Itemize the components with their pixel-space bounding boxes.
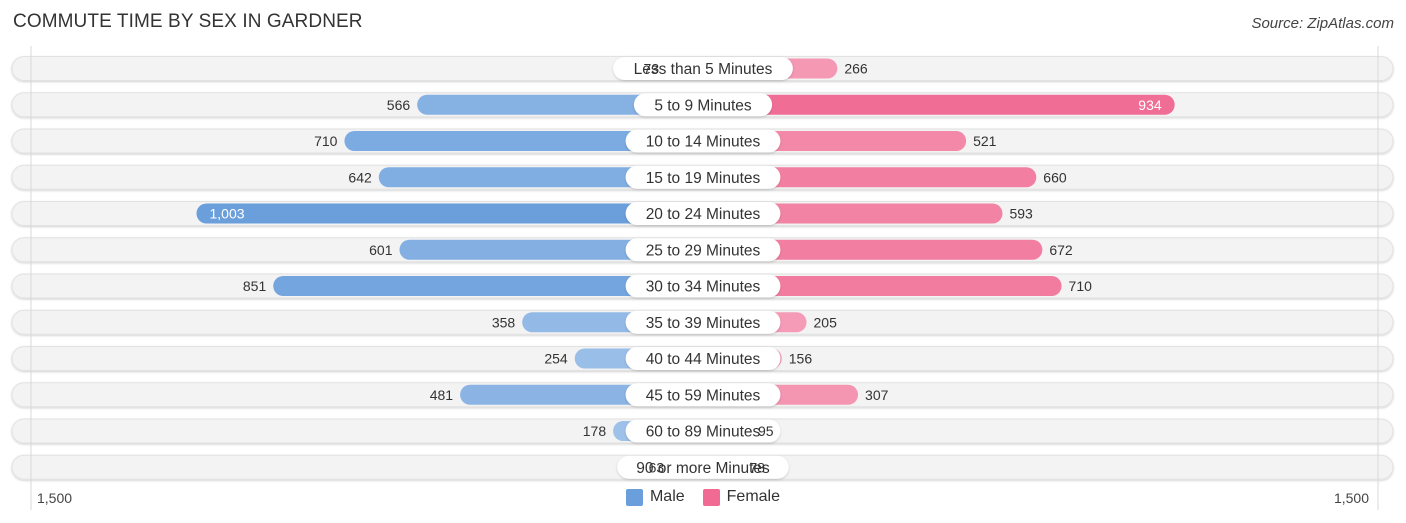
value-label-female: 266 [844,61,868,77]
value-label-female: 710 [1069,278,1093,294]
legend-label-male: Male [649,488,685,505]
legend-item-male[interactable]: Male [625,488,685,506]
legend-swatch-female [702,488,720,506]
category-label: 35 to 39 Minutes [646,315,761,332]
category-label: 25 to 29 Minutes [646,242,761,259]
value-label-male: 851 [243,278,267,294]
category-label: 10 to 14 Minutes [646,134,761,151]
value-label-male: 481 [430,387,454,403]
value-label-female: 593 [1009,206,1033,222]
category-label: 60 to 89 Minutes [646,424,761,441]
value-label-male: 178 [583,423,607,439]
value-label-female: 660 [1043,169,1067,185]
value-label-male: 73 [644,61,660,77]
value-label-male: 601 [369,242,393,258]
category-label: 30 to 34 Minutes [646,279,761,296]
legend: Male Female [0,488,1406,506]
legend-swatch-male [625,488,643,506]
value-label-female: 156 [789,351,813,367]
category-label: 20 to 24 Minutes [646,206,761,223]
value-label-female: 95 [758,423,774,439]
value-label-male: 254 [544,351,568,367]
value-label-male: 566 [387,97,411,113]
value-label-male: 642 [348,169,372,185]
value-label-male: 710 [314,133,338,149]
legend-item-female[interactable]: Female [702,488,781,506]
value-label-female: 307 [865,387,889,403]
category-label: 5 to 9 Minutes [654,97,752,114]
category-label: 15 to 19 Minutes [646,170,761,187]
category-label: 45 to 59 Minutes [646,387,761,404]
chart-area: Less than 5 Minutes73 2665 to 9 Minutes56… [11,46,1394,510]
value-label-female: 205 [814,314,838,330]
category-label: 40 to 44 Minutes [646,351,761,368]
value-label-male: 358 [492,314,516,330]
value-label-female: 78 [749,459,765,475]
value-label-female: 672 [1049,242,1073,258]
value-label-female: 934 [1138,97,1162,113]
value-label-male: 1,003 [209,206,244,222]
value-label-male: 63 [649,459,665,475]
legend-label-female: Female [726,488,781,505]
value-label-female: 521 [973,133,997,149]
